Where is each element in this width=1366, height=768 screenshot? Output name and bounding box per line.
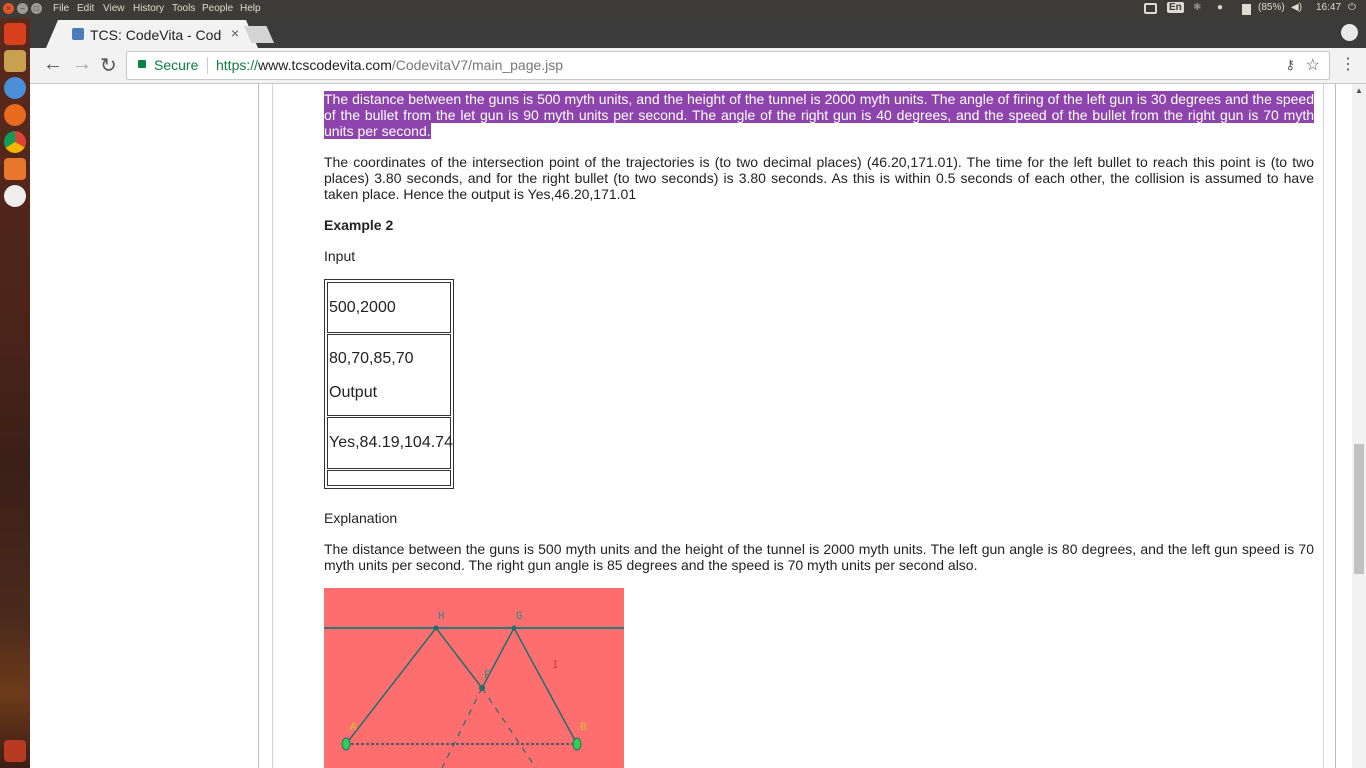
software-center-icon[interactable]	[4, 158, 26, 180]
point-g	[511, 625, 517, 631]
input-label: Input	[324, 248, 356, 264]
table-row: Yes,84.19,104.74	[327, 417, 453, 469]
chromium-icon[interactable]	[4, 77, 26, 99]
label-i: I	[552, 660, 559, 672]
browser-toolbar: ← → ↻ Secure https://www.tcscodevita.com…	[30, 48, 1366, 84]
menu-edit[interactable]: Edit	[77, 3, 94, 14]
table-row: 500,2000	[327, 282, 451, 333]
maximize-window-icon[interactable]: □	[31, 3, 42, 14]
page-scrollbar[interactable]: ▲	[1352, 84, 1366, 768]
intersection-point	[479, 685, 485, 691]
content-column: The distance between the guns is 500 myt…	[272, 84, 1324, 768]
trash-icon[interactable]	[4, 740, 26, 762]
explanation-label: Explanation	[324, 510, 398, 526]
chrome-icon[interactable]	[4, 131, 26, 153]
keyboard-layout-indicator[interactable]: En	[1167, 2, 1184, 13]
label-b: B	[580, 722, 587, 734]
favicon-icon	[72, 28, 84, 40]
explanation-paragraph: The distance between the guns is 500 myt…	[324, 541, 1314, 573]
label-h: H	[438, 611, 445, 623]
label-a: A	[350, 722, 357, 734]
input-line-1: 500,2000	[329, 299, 396, 316]
tab-title: TCS: CodeVita - Cod	[90, 27, 222, 43]
secure-label: Secure	[154, 57, 199, 73]
url-path: /CodevitaV7/main_page.jsp	[391, 57, 564, 73]
label-f: F	[484, 670, 491, 682]
battery-percentage: (85%)	[1258, 2, 1285, 13]
example2-heading: Example 2	[324, 217, 394, 233]
close-window-icon[interactable]: ×	[3, 3, 14, 14]
close-tab-icon[interactable]: ×	[231, 25, 239, 41]
menu-file[interactable]: File	[53, 3, 69, 14]
system-top-panel: × − □ File Edit View History Tools Peopl…	[0, 0, 1366, 18]
clock[interactable]: 16:47	[1316, 2, 1341, 13]
point-h	[433, 625, 439, 631]
reload-icon[interactable]: ↻	[100, 53, 117, 78]
app-icon[interactable]	[4, 185, 26, 207]
key-icon[interactable]: ⚷	[1285, 57, 1295, 73]
firefox-icon[interactable]	[4, 104, 26, 126]
left-gun-marker	[341, 737, 351, 751]
tab-codevita[interactable]: TCS: CodeVita - Cod ×	[46, 20, 258, 48]
display-icon[interactable]	[1144, 3, 1157, 14]
back-arrow-icon[interactable]: ←	[43, 53, 63, 76]
table-row: 80,70,85,70 Output	[327, 334, 451, 416]
page-viewport: The distance between the guns is 500 myt…	[30, 84, 1352, 768]
bookmark-star-icon[interactable]: ☆	[1306, 55, 1320, 75]
browser-menu-icon[interactable]: ⋮	[1340, 54, 1356, 74]
table-row	[327, 470, 451, 486]
menu-people[interactable]: People	[202, 3, 233, 14]
scrollbar-thumb[interactable]	[1354, 444, 1364, 574]
url-domain: www.tcscodevita.com	[258, 57, 392, 73]
explanation-block: Explanation The distance between the gun…	[324, 510, 1314, 573]
io-table: 500,2000 80,70,85,70 Output Yes,84.19,10…	[324, 279, 454, 489]
scroll-up-icon[interactable]: ▲	[1355, 86, 1363, 95]
notification-bell-icon[interactable]: ●	[1217, 2, 1223, 13]
url-scheme: https://	[216, 57, 259, 73]
tab-strip: TCS: CodeVita - Cod ×	[30, 18, 1366, 48]
input-line-2: 80,70,85,70	[329, 350, 414, 367]
files-icon[interactable]	[4, 50, 26, 72]
menu-history[interactable]: History	[133, 3, 164, 14]
menu-tools[interactable]: Tools	[172, 3, 195, 14]
output-value: Yes,84.19,104.74	[329, 434, 453, 451]
url-text[interactable]: https://www.tcscodevita.com/CodevitaV7/m…	[216, 57, 563, 73]
battery-icon[interactable]	[1242, 4, 1251, 15]
launcher-sidebar	[0, 18, 30, 768]
lock-icon	[138, 60, 146, 68]
selected-text: The distance between the guns is 500 myt…	[324, 91, 1314, 139]
page-frame: The distance between the guns is 500 myt…	[258, 84, 1336, 768]
minimize-window-icon[interactable]: −	[17, 3, 28, 14]
coordinates-paragraph: The coordinates of the intersection poin…	[324, 154, 1314, 202]
forward-arrow-icon[interactable]: →	[72, 53, 92, 76]
address-bar[interactable]: Secure https://www.tcscodevita.com/Codev…	[126, 51, 1330, 80]
label-g: G	[516, 611, 523, 623]
menu-view[interactable]: View	[103, 3, 125, 14]
problem-statement: The distance between the guns is 500 myt…	[324, 91, 1314, 264]
profile-icon[interactable]	[1341, 24, 1358, 41]
settings-power-icon[interactable]: ⏻	[1348, 2, 1356, 13]
bluetooth-icon[interactable]: ✱	[1193, 2, 1201, 13]
volume-icon[interactable]: ◀)	[1291, 2, 1302, 13]
example1-paragraph: The distance between the guns is 500 myt…	[324, 91, 1314, 139]
trajectory-diagram: H G I F A B	[324, 588, 624, 768]
menu-help[interactable]: Help	[240, 3, 261, 14]
output-label: Output	[329, 384, 378, 401]
ubuntu-dash-icon[interactable]	[4, 23, 26, 45]
right-gun-marker	[572, 737, 582, 751]
omnibox-divider	[207, 57, 208, 74]
